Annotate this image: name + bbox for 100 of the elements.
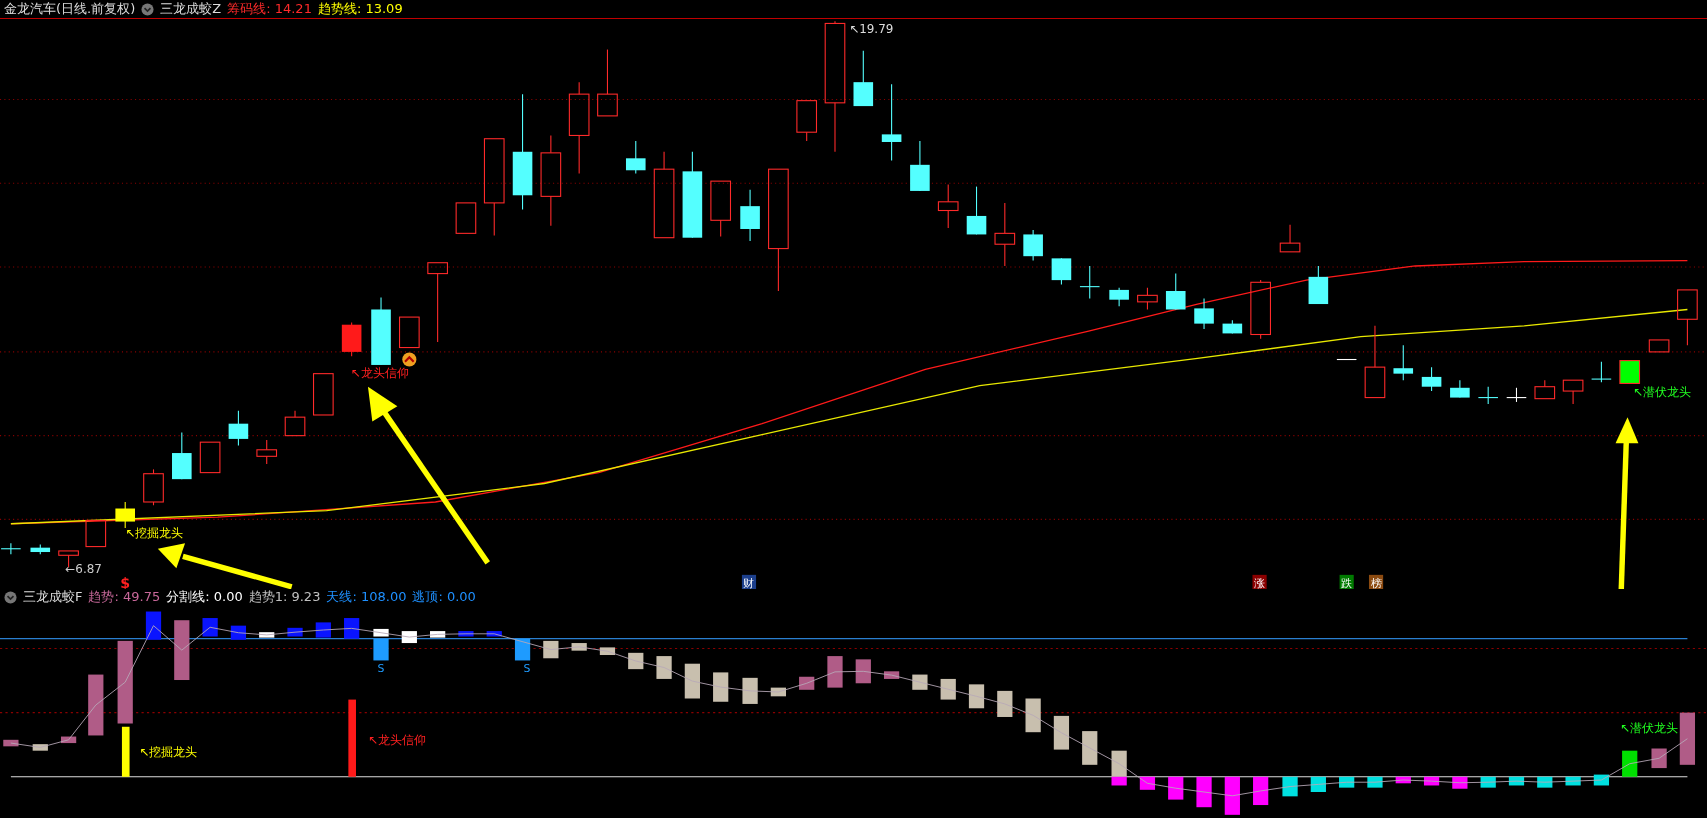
candlestick xyxy=(1279,224,1301,253)
candlestick xyxy=(1137,287,1158,311)
candlestick xyxy=(1506,387,1527,403)
candlestick xyxy=(1677,289,1698,346)
histogram-bar xyxy=(1622,750,1638,777)
candlestick xyxy=(1023,229,1043,262)
marker-symbol: $ xyxy=(120,574,131,589)
candlestick xyxy=(1222,319,1243,334)
candlestick xyxy=(1336,358,1357,361)
candlestick xyxy=(172,431,192,480)
histogram-bar xyxy=(684,663,700,699)
high-price-label: ↖19.79 xyxy=(849,22,894,37)
histogram-bar xyxy=(32,744,48,751)
histogram-bar xyxy=(799,676,815,690)
histogram-bar xyxy=(1395,776,1411,784)
histogram-bar xyxy=(940,678,956,700)
histogram-bar xyxy=(1025,698,1041,733)
candlestick xyxy=(284,410,306,437)
candlestick xyxy=(371,296,391,366)
candlestick xyxy=(1648,339,1670,353)
candlestick xyxy=(1477,386,1499,405)
event-tag[interactable]: 财 xyxy=(741,574,757,589)
histogram-bar xyxy=(1339,776,1355,788)
histogram-bar xyxy=(855,659,871,684)
candlestick xyxy=(1450,379,1470,399)
signal-bar xyxy=(121,726,130,777)
candlestick xyxy=(1079,265,1101,300)
signal-label: ↖挖掘龙头 xyxy=(125,525,184,540)
indicator-readout: 分割线: 0.00 xyxy=(166,589,243,605)
candlestick xyxy=(1393,344,1414,381)
candlestick xyxy=(1051,257,1072,285)
event-tag[interactable]: 榜 xyxy=(1368,574,1384,589)
histogram-bar xyxy=(60,736,77,744)
histogram-bar xyxy=(202,618,218,637)
candlestick xyxy=(853,50,874,107)
histogram-bar xyxy=(1679,712,1695,765)
candlestick xyxy=(740,189,760,242)
indicator-readout: 趋势线: 13.09 xyxy=(317,1,403,17)
histogram-bar xyxy=(1651,748,1667,769)
histogram-bar xyxy=(3,739,19,747)
candlestick xyxy=(1250,279,1271,340)
candlestick xyxy=(341,322,362,357)
histogram-bar xyxy=(1082,731,1098,765)
histogram-bar xyxy=(344,618,360,639)
histogram-bar xyxy=(1053,715,1070,750)
security-title: 金龙汽车(日线.前复权) xyxy=(4,1,136,17)
indicator-readout: 天线: 108.00 xyxy=(326,589,407,605)
candlestick xyxy=(710,180,732,238)
histogram-bar xyxy=(458,631,474,637)
histogram-bar xyxy=(1423,776,1440,786)
indicator-readout: 趋势: 49.75 xyxy=(88,589,161,605)
histogram-bar xyxy=(543,640,559,659)
histogram-bar xyxy=(145,611,162,640)
indicator-name: 三龙成蛟Z xyxy=(160,1,222,17)
histogram-bar xyxy=(713,672,729,702)
histogram-bar xyxy=(656,656,672,679)
candlestick xyxy=(399,316,420,349)
histogram-bar xyxy=(1537,776,1553,788)
histogram-bar xyxy=(742,677,758,704)
histogram-bar xyxy=(968,684,985,709)
signal-label: ↖潜伏龙头 xyxy=(1619,721,1678,736)
histogram-bar xyxy=(827,656,843,688)
signal-label: ↖龙头信仰 xyxy=(350,365,409,380)
histogram-bar xyxy=(174,620,190,680)
event-tag[interactable]: 涨 xyxy=(1252,574,1267,589)
dropdown-icon[interactable] xyxy=(141,2,155,16)
candlestick xyxy=(313,373,334,416)
histogram-bar xyxy=(486,631,502,637)
histogram-bar xyxy=(430,631,446,638)
candlestick xyxy=(0,542,22,555)
candlestick xyxy=(1534,379,1556,400)
histogram-bar xyxy=(599,647,616,655)
candlestick xyxy=(1619,360,1641,384)
signal-label: ↖潜伏龙头 xyxy=(1632,385,1691,400)
histogram-bar xyxy=(571,643,587,651)
candlestick xyxy=(455,202,477,234)
candlestick xyxy=(1591,361,1612,383)
candlestick xyxy=(1194,298,1214,330)
signal-label: ↖挖掘龙头 xyxy=(139,745,198,760)
histogram-bar xyxy=(1367,776,1383,788)
histogram-bar xyxy=(1593,774,1609,786)
histogram-bar xyxy=(1508,776,1525,786)
dropdown-icon[interactable] xyxy=(4,590,17,604)
candlestick xyxy=(1562,379,1584,405)
histogram-bar xyxy=(259,632,275,638)
histogram-bar xyxy=(912,674,928,690)
candlestick xyxy=(199,441,221,474)
low-price-label: ←6.87 xyxy=(65,561,102,576)
candlestick xyxy=(143,468,164,506)
candlestick xyxy=(625,140,646,175)
histogram-bar xyxy=(88,674,104,736)
histogram-bar xyxy=(315,622,331,638)
candlestick xyxy=(1109,287,1129,307)
candlestick xyxy=(115,501,135,529)
event-tag[interactable]: 跌 xyxy=(1339,574,1354,589)
histogram-bar xyxy=(884,671,900,679)
indicator-readout: 逃顶: 0.00 xyxy=(412,589,476,605)
signal-label: ↖龙头信仰 xyxy=(367,733,426,748)
histogram-bar xyxy=(770,687,786,697)
candlestick xyxy=(85,519,107,548)
